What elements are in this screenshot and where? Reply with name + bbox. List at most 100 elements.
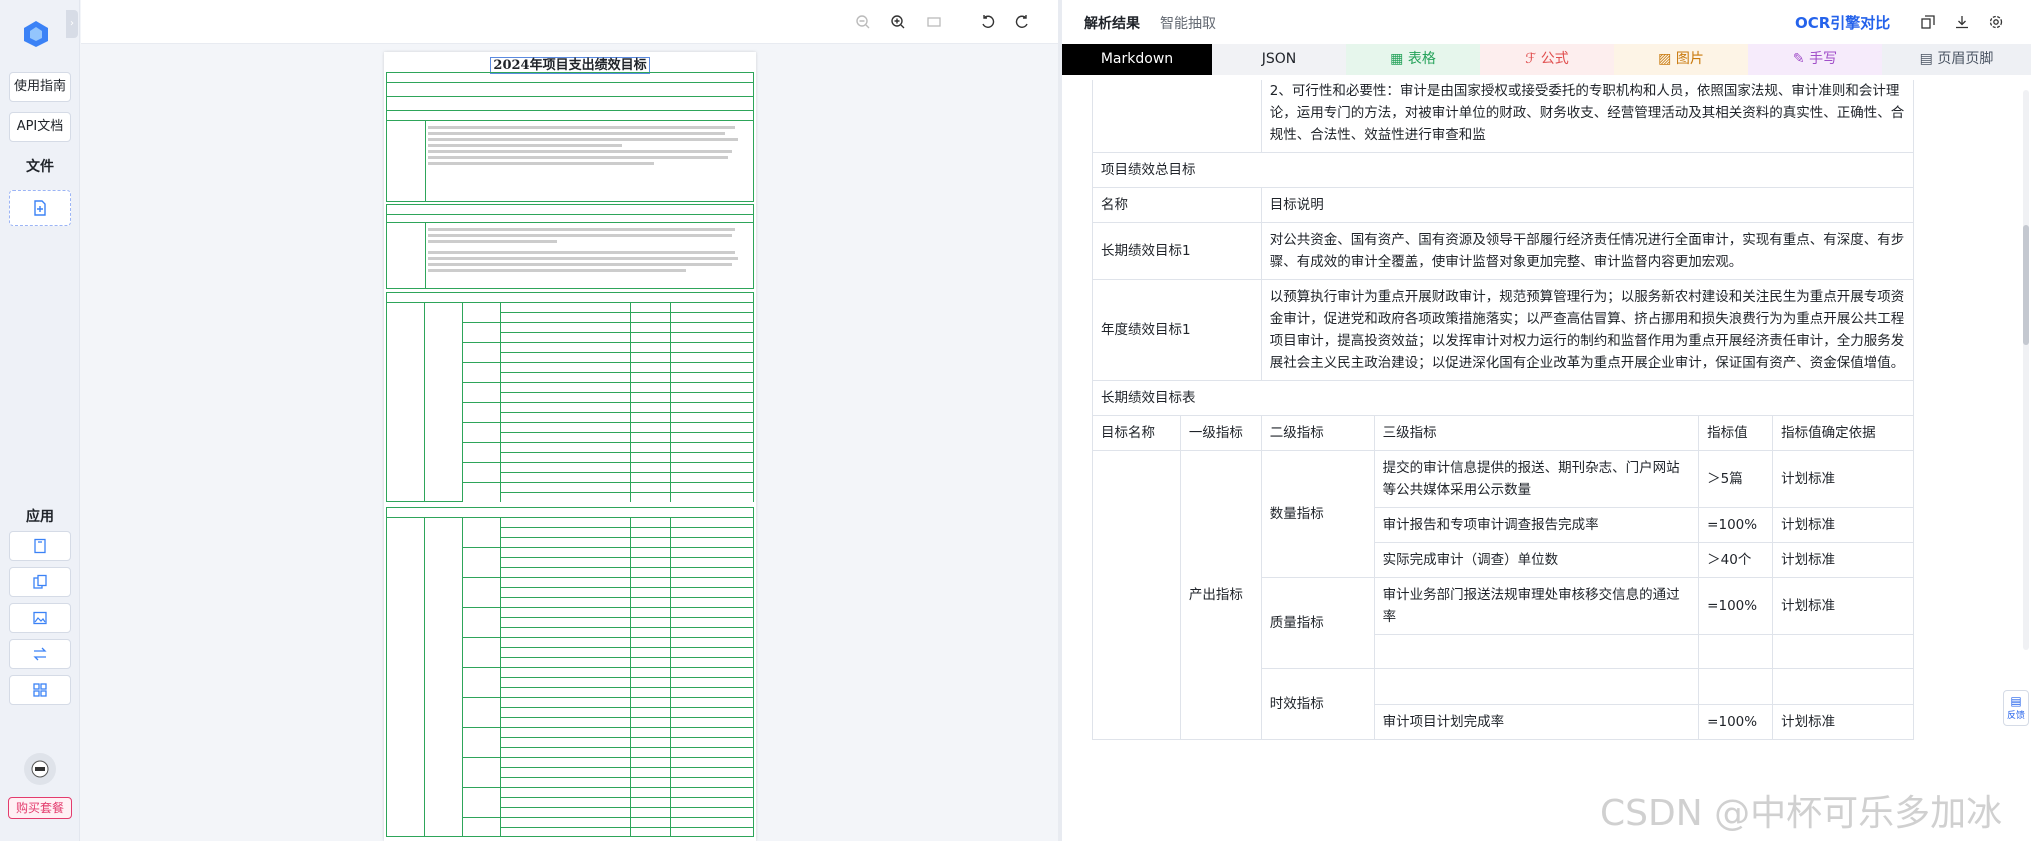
scrollbar-thumb[interactable]	[2023, 225, 2029, 345]
tab-header-footer[interactable]: ▤ 页眉页脚	[1882, 44, 2031, 75]
header-footer-icon: ▤	[1919, 51, 1938, 67]
table-row: 产出指标 数量指标 提交的审计信息提供的报送、期刊杂志、门户网站等公共媒体采用公…	[1092, 450, 1914, 740]
image-edit-icon	[33, 611, 47, 625]
table-row: 长期绩效目标表	[1092, 380, 1914, 416]
level1-output-cell: 产出指标	[1179, 450, 1262, 740]
necessity-cell: 2、可行性和必要性：审计是由国家授权或接受委托的专职机构和人员，依照国家法规、审…	[1260, 80, 1915, 153]
table-row: 2、可行性和必要性：审计是由国家授权或接受委托的专职机构和人员，依照国家法规、审…	[1092, 80, 1915, 153]
col-header-level2: 二级指标	[1260, 415, 1375, 451]
markdown-result-content: 2、可行性和必要性：审计是由国家授权或接受委托的专职机构和人员，依照国家法规、审…	[1092, 80, 1981, 841]
tab-formula[interactable]: ℱ 公式	[1480, 44, 1614, 75]
level3-cell: 审计业务部门报送法规审理处审核移交信息的通过率	[1373, 577, 1700, 635]
result-table: 2、可行性和必要性：审计是由国家授权或接受委托的专职机构和人员，依照国家法规、审…	[1092, 80, 1915, 740]
year-goal-text: 以预算执行审计为重点开展财政审计，规范预算管理行为；以服务新农村建设和关注民生为…	[1260, 279, 1915, 381]
apps-section-title: 应用	[26, 509, 54, 525]
basis-cell: 计划标准	[1772, 450, 1914, 508]
level2-time-cell: 时效指标	[1260, 668, 1375, 740]
basis-cell	[1772, 668, 1914, 705]
level3-cell: 审计项目计划完成率	[1373, 704, 1700, 740]
col-header-level1: 一级指标	[1179, 415, 1262, 451]
zoom-out-icon[interactable]	[853, 12, 873, 32]
table-header-row: 目标名称 一级指标 二级指标 三级指标 指标值 指标值确定依据	[1092, 415, 1914, 451]
document-icon	[34, 538, 46, 554]
files-section-title: 文件	[26, 159, 54, 175]
image-icon: ▨	[1658, 51, 1676, 67]
rotate-right-icon[interactable]	[1012, 12, 1032, 32]
col-header-goal-name: 目标名称	[1092, 415, 1181, 451]
level3-cell	[1373, 668, 1700, 705]
handwriting-icon: ✎	[1792, 51, 1810, 67]
ocr-compare-link[interactable]: OCR引擎对比	[1795, 12, 1890, 33]
collapse-sidebar-button[interactable]: ›	[66, 10, 78, 38]
level3-cell: 提交的审计信息提供的报送、期刊杂志、门户网站等公共媒体采用公示数量	[1373, 450, 1700, 508]
copy-docs-icon	[33, 574, 47, 589]
file-add-icon	[34, 200, 46, 216]
tab-smart-extract[interactable]: 智能抽取	[1160, 13, 1216, 33]
document-page-preview[interactable]: 2024年项目支出绩效目标	[384, 52, 756, 841]
value-cell: =100%	[1698, 704, 1774, 740]
table-row: 年度绩效目标1 以预算执行审计为重点开展财政审计，规范预算管理行为；以服务新农村…	[1092, 279, 1915, 381]
format-tabs: Markdown JSON ▦ 表格 ℱ 公式 ▨ 图片 ✎ 手写 ▤ 页眉页脚	[1062, 44, 2031, 75]
swap-arrows-icon	[33, 647, 47, 661]
app-document-button[interactable]	[9, 531, 71, 561]
content-scrollbar[interactable]	[2023, 90, 2029, 650]
document-viewer: 2024年项目支出绩效目标	[81, 0, 1058, 841]
value-cell	[1698, 634, 1774, 669]
settings-icon[interactable]	[1986, 12, 2006, 32]
name-header: 名称	[1092, 187, 1262, 223]
level3-cell: 审计报告和专项审计调查报告完成率	[1373, 507, 1700, 543]
table-row: 项目绩效总目标	[1092, 152, 1914, 188]
basis-cell: 计划标准	[1772, 704, 1914, 740]
upload-file-button[interactable]	[9, 190, 71, 226]
left-sidebar: › 使用指南 API文档 文件 应用 购买套餐	[0, 0, 80, 841]
result-panel: 解析结果 智能抽取 OCR引擎对比 Markdown JSON ▦ 表格 ℱ 公…	[1062, 0, 2031, 841]
long-goal-text: 对公共资金、国有资产、国有资源及领导干部履行经济责任情况进行全面审计，实现有重点…	[1260, 222, 1915, 280]
basis-cell: 计划标准	[1772, 542, 1914, 578]
col-header-level3: 三级指标	[1373, 415, 1700, 451]
fit-page-icon[interactable]	[924, 12, 944, 32]
app-logo-icon[interactable]	[22, 20, 50, 48]
project-info-block	[386, 72, 754, 202]
app-copy-button[interactable]	[9, 567, 71, 597]
table-icon: ▦	[1390, 51, 1408, 67]
value-cell: ＞40个	[1698, 542, 1774, 578]
desc-header: 目标说明	[1260, 187, 1915, 223]
api-docs-button[interactable]: API文档	[9, 112, 71, 142]
tab-json[interactable]: JSON	[1212, 44, 1346, 75]
zoom-in-icon[interactable]	[888, 12, 908, 32]
value-cell	[1698, 668, 1774, 705]
level3-cell	[1373, 634, 1700, 669]
year-goal-label: 年度绩效目标1	[1092, 279, 1262, 381]
feedback-button[interactable]: ▤ 反馈	[2003, 690, 2029, 726]
level3-cell: 实际完成审计（调查）单位数	[1373, 542, 1700, 578]
app-image-button[interactable]	[9, 603, 71, 633]
value-cell: =100%	[1698, 577, 1774, 635]
goals-block	[386, 204, 754, 289]
viewer-toolbar	[81, 0, 1058, 44]
user-avatar-icon	[31, 760, 49, 778]
rotate-left-icon[interactable]	[978, 12, 998, 32]
grid-icon	[33, 683, 47, 697]
user-avatar[interactable]	[24, 753, 56, 785]
table-row: 名称 目标说明	[1092, 187, 1915, 223]
copy-icon[interactable]	[1918, 12, 1938, 32]
document-title: 2024年项目支出绩效目标	[384, 54, 756, 74]
tab-parse-result[interactable]: 解析结果	[1084, 13, 1140, 33]
long-goal-label: 长期绩效目标1	[1092, 222, 1262, 280]
long-term-table-preview	[386, 292, 754, 502]
tab-handwriting[interactable]: ✎ 手写	[1748, 44, 1882, 75]
col-header-basis: 指标值确定依据	[1772, 415, 1914, 451]
user-guide-button[interactable]: 使用指南	[9, 72, 71, 102]
download-icon[interactable]	[1952, 12, 1972, 32]
goal-name-cell	[1092, 450, 1181, 740]
tab-markdown[interactable]: Markdown	[1062, 44, 1212, 75]
formula-icon: ℱ	[1525, 51, 1541, 67]
value-cell: ＞5篇	[1698, 450, 1774, 508]
app-compare-button[interactable]	[9, 639, 71, 669]
col-header-value: 指标值	[1698, 415, 1774, 451]
tab-table[interactable]: ▦ 表格	[1346, 44, 1480, 75]
app-grid-button[interactable]	[9, 675, 71, 705]
level2-quantity-cell: 数量指标	[1260, 450, 1375, 578]
buy-plan-button[interactable]: 购买套餐	[8, 797, 72, 819]
tab-image[interactable]: ▨ 图片	[1614, 44, 1748, 75]
